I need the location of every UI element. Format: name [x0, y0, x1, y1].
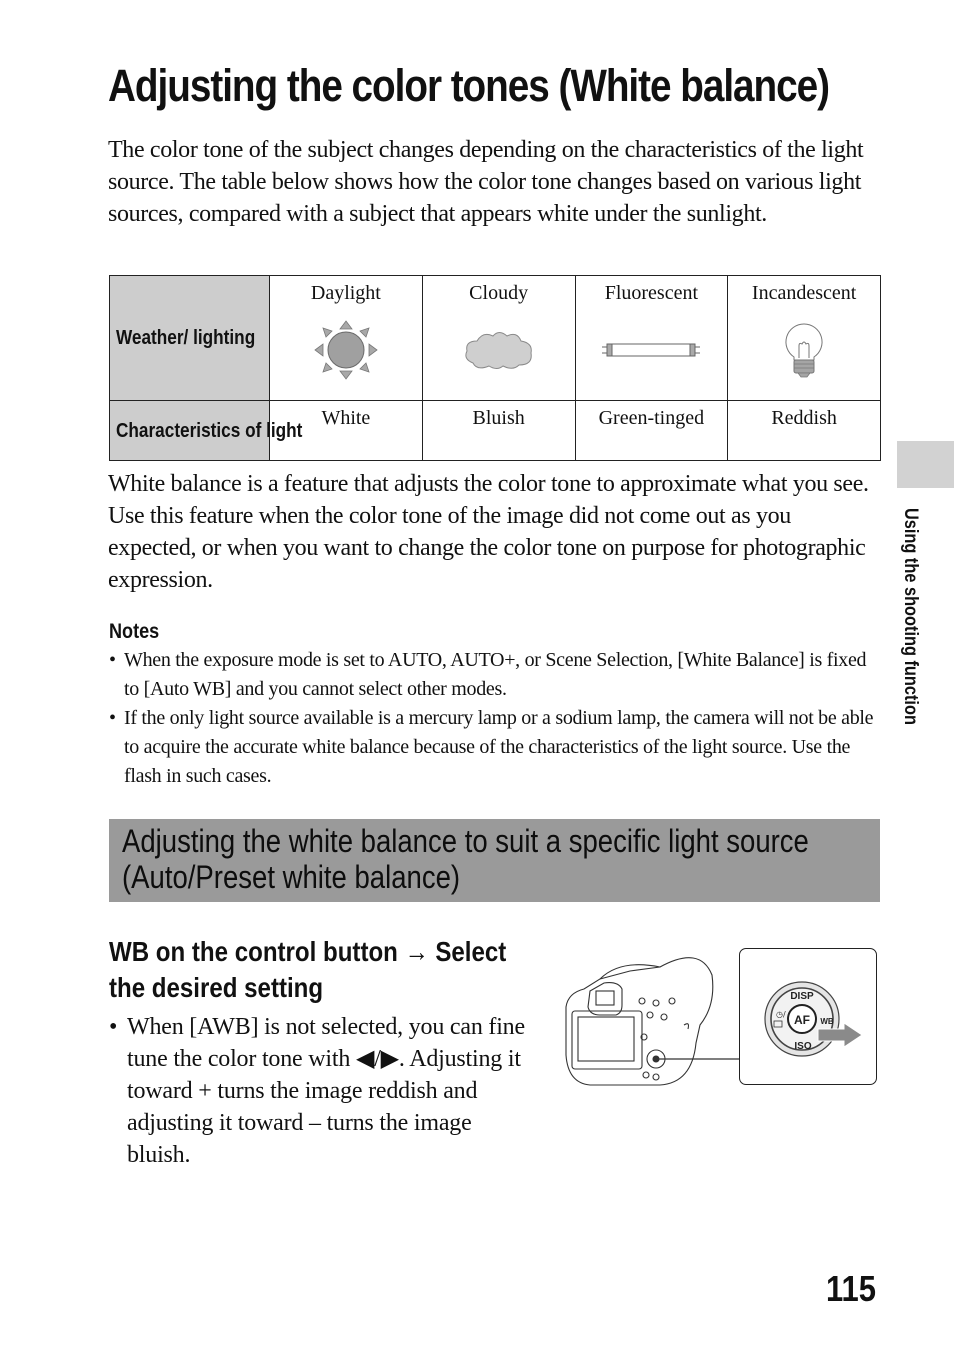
dial-label-top: DISP — [790, 991, 814, 1002]
cell-characteristic: Reddish — [727, 400, 881, 461]
step-title: WB on the control button → Select the de… — [109, 936, 507, 1003]
page-title: Adjusting the color tones (White balance… — [108, 60, 830, 111]
bullet: • — [109, 707, 116, 729]
control-dial-icon: AF DISP ISO WB ◷/ — [764, 981, 863, 1057]
section-heading-bar: Adjusting the white balance to suit a sp… — [109, 819, 880, 902]
table-row: Weather/ lighting Daylight Cloudy Fluore… — [109, 275, 881, 401]
column-label: Daylight — [310, 282, 381, 304]
section-heading: Adjusting the white balance to suit a sp… — [122, 823, 809, 895]
column-label: Incandescent — [751, 282, 857, 304]
cell-daylight: Daylight — [269, 275, 423, 401]
table-row: Characteristics of light White Bluish Gr… — [109, 400, 881, 461]
cell-characteristic: Bluish — [421, 400, 576, 461]
dial-label-right: WB — [820, 1017, 834, 1026]
column-label: Cloudy — [469, 282, 529, 304]
cell-incandescent: Incandescent — [727, 275, 881, 401]
camera-back-illustration — [565, 957, 740, 1086]
description-paragraph: White balance is a feature that adjusts … — [108, 471, 869, 593]
bullet: • — [109, 1014, 118, 1040]
page-number: 115 — [826, 1268, 876, 1309]
drive-mode-icon: ◷/ — [776, 1010, 786, 1019]
dial-label-bottom: ISO — [794, 1041, 811, 1052]
side-tab-label: Using the shooting function — [900, 508, 921, 725]
row-header-characteristics: Characteristics of light — [109, 400, 302, 461]
light-bulb-icon — [785, 323, 823, 378]
bullet: • — [109, 649, 116, 671]
side-tab-marker — [897, 441, 954, 488]
dial-label-center: AF — [794, 1013, 810, 1027]
column-label: Fluorescent — [604, 282, 699, 304]
note-item: • If the only light source available is a… — [109, 704, 881, 791]
row-header-weather: Weather/ lighting — [109, 275, 270, 401]
cloud-icon — [465, 332, 532, 369]
notes-heading: Notes — [109, 620, 160, 643]
notes-list: • When the exposure mode is set to AUTO, … — [109, 646, 881, 791]
light-source-table: Weather/ lighting Daylight Cloudy Fluore… — [109, 275, 881, 461]
sun-icon — [314, 320, 378, 380]
cell-characteristic: Green-tinged — [574, 400, 729, 461]
intro-paragraph: The color tone of the subject changes de… — [108, 137, 864, 227]
cell-fluorescent: Fluorescent — [574, 275, 729, 401]
step-bullet: • When [AWB] is not selected, you can fi… — [109, 1011, 529, 1171]
control-button-inset: AF DISP ISO WB ◷/ — [739, 948, 877, 1085]
cell-cloudy: Cloudy — [421, 275, 576, 401]
fluorescent-tube-icon — [602, 343, 701, 357]
note-item: • When the exposure mode is set to AUTO, … — [109, 646, 881, 704]
